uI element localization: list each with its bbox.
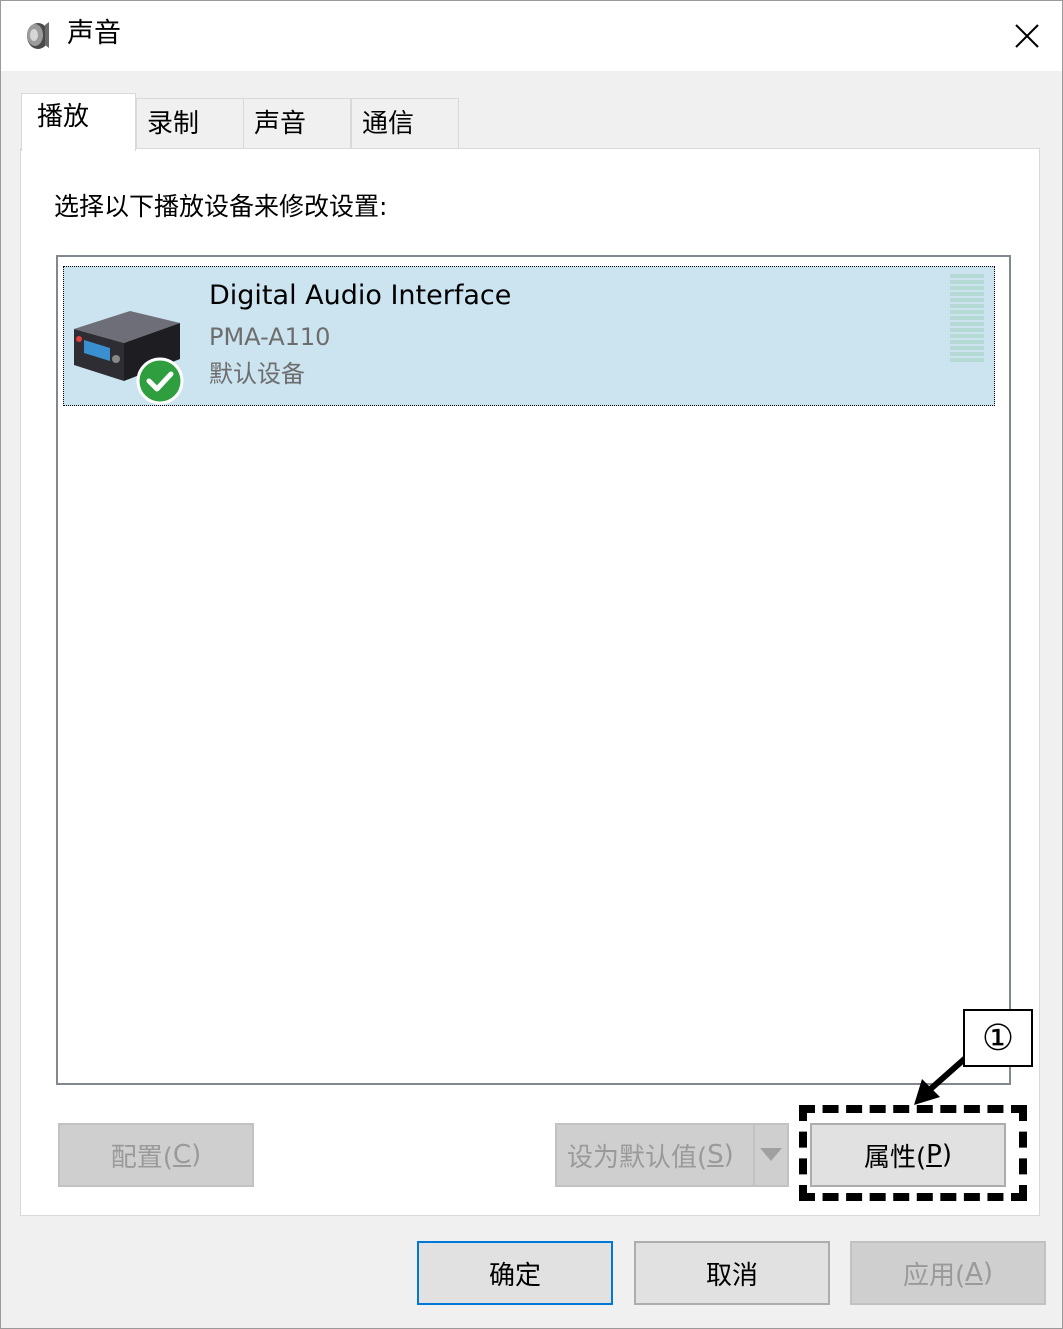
title-bar: 声音	[1, 1, 1062, 71]
device-status: 默认设备	[209, 360, 305, 388]
tab-sounds[interactable]: 声音	[243, 98, 351, 148]
step-number-label: ①	[963, 1009, 1033, 1067]
instruction-text: 选择以下播放设备来修改设置:	[54, 192, 388, 221]
close-button[interactable]	[992, 1, 1062, 71]
volume-level-meter	[950, 274, 984, 364]
device-list[interactable]: Digital Audio Interface PMA-A110 默认设备	[56, 255, 1011, 1085]
configure-button[interactable]: 配置(C)	[58, 1123, 254, 1187]
tab-playback[interactable]: 播放	[21, 93, 136, 151]
tab-communications[interactable]: 通信	[351, 98, 459, 148]
device-model: PMA-A110	[209, 323, 331, 351]
set-default-button[interactable]: 设为默认值(S)	[555, 1123, 755, 1187]
close-icon	[1015, 24, 1039, 48]
properties-button[interactable]: 属性(P)	[810, 1123, 1006, 1187]
tab-recording[interactable]: 录制	[136, 98, 244, 148]
sound-dialog: 声音 播放 录制 声音 通信 选择以下播放设备来修改设置: Digital Au…	[0, 0, 1063, 1329]
ok-button[interactable]: 确定	[417, 1241, 613, 1305]
window-title: 声音	[67, 18, 121, 49]
cancel-button[interactable]: 取消	[634, 1241, 830, 1305]
device-name: Digital Audio Interface	[209, 280, 512, 311]
chevron-down-icon	[760, 1148, 782, 1161]
apply-button[interactable]: 应用(A)	[850, 1241, 1046, 1305]
check-circle-icon	[136, 357, 184, 405]
speaker-icon	[27, 22, 49, 49]
device-item[interactable]: Digital Audio Interface PMA-A110 默认设备	[63, 266, 995, 406]
playback-panel: 选择以下播放设备来修改设置: Digital Audio Interface P…	[20, 148, 1040, 1216]
set-default-dropdown-button[interactable]	[753, 1123, 789, 1187]
